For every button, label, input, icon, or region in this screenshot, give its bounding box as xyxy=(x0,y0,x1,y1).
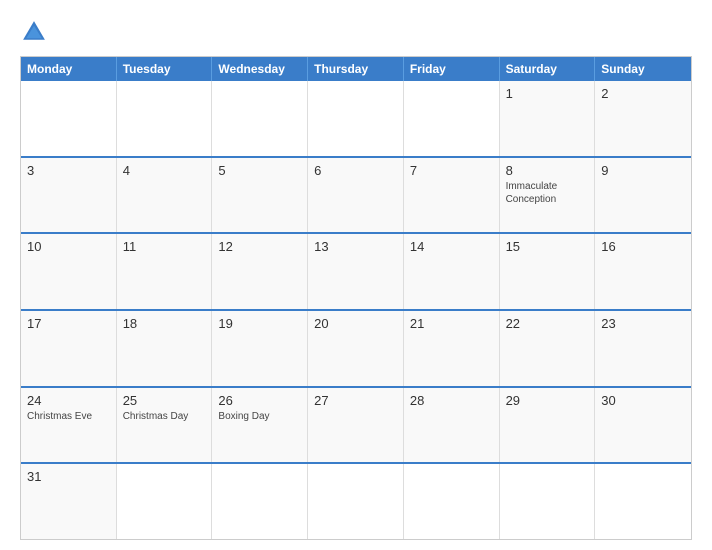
day-number: 29 xyxy=(506,393,589,408)
day-number: 12 xyxy=(218,239,301,254)
day-number: 2 xyxy=(601,86,685,101)
day-number: 22 xyxy=(506,316,589,331)
day-number: 27 xyxy=(314,393,397,408)
day-number: 14 xyxy=(410,239,493,254)
weekday-header: Tuesday xyxy=(117,57,213,81)
calendar-cell: 18 xyxy=(117,311,213,386)
calendar-body: 12345678Immaculate Conception91011121314… xyxy=(21,81,691,539)
weekday-header: Sunday xyxy=(595,57,691,81)
calendar-cell: 11 xyxy=(117,234,213,309)
calendar-cell xyxy=(404,464,500,539)
day-number: 10 xyxy=(27,239,110,254)
day-number: 21 xyxy=(410,316,493,331)
calendar-cell: 17 xyxy=(21,311,117,386)
day-number: 15 xyxy=(506,239,589,254)
day-number: 18 xyxy=(123,316,206,331)
calendar-cell: 7 xyxy=(404,158,500,233)
day-event: Boxing Day xyxy=(218,410,301,423)
day-number: 1 xyxy=(506,86,589,101)
calendar-row: 24 Christmas Eve 25 Christmas Day 26 Boxing D… xyxy=(21,386,691,463)
calendar-cell: 4 xyxy=(117,158,213,233)
calendar-cell xyxy=(500,464,596,539)
day-number: 6 xyxy=(314,163,397,178)
calendar-cell xyxy=(308,81,404,156)
calendar-cell: 12 xyxy=(212,234,308,309)
calendar-cell: 25 Christmas Day xyxy=(117,388,213,463)
calendar-cell: 19 xyxy=(212,311,308,386)
day-number: 16 xyxy=(601,239,685,254)
calendar-cell xyxy=(21,81,117,156)
logo-icon xyxy=(20,18,48,46)
calendar-row: 31 xyxy=(21,462,691,539)
day-number: 19 xyxy=(218,316,301,331)
calendar-row: 17 18 19 20 21 22 23 xyxy=(21,309,691,386)
weekday-header: Monday xyxy=(21,57,117,81)
day-number: 24 xyxy=(27,393,110,408)
day-number: 4 xyxy=(123,163,206,178)
weekday-header: Thursday xyxy=(308,57,404,81)
day-event: Christmas Day xyxy=(123,410,206,423)
weekday-header: Friday xyxy=(404,57,500,81)
day-number: 20 xyxy=(314,316,397,331)
logo xyxy=(20,18,50,46)
calendar-row: 345678 Immaculate Conception 9 xyxy=(21,156,691,233)
calendar-cell: 13 xyxy=(308,234,404,309)
day-number: 26 xyxy=(218,393,301,408)
day-number: 13 xyxy=(314,239,397,254)
calendar-cell: 6 xyxy=(308,158,404,233)
calendar-cell xyxy=(404,81,500,156)
calendar-cell xyxy=(117,464,213,539)
calendar-cell: 24 Christmas Eve xyxy=(21,388,117,463)
day-number: 23 xyxy=(601,316,685,331)
calendar-cell: 1 xyxy=(500,81,596,156)
calendar-cell xyxy=(595,464,691,539)
page-header xyxy=(20,18,692,46)
calendar-cell: 2 xyxy=(595,81,691,156)
calendar-grid: MondayTuesdayWednesdayThursdayFridaySatu… xyxy=(20,56,692,540)
calendar-cell: 31 xyxy=(21,464,117,539)
calendar-cell: 5 xyxy=(212,158,308,233)
calendar-cell: 29 xyxy=(500,388,596,463)
calendar-cell: 10 xyxy=(21,234,117,309)
calendar-row: 10 11 12 13 14 15 16 xyxy=(21,232,691,309)
day-number: 7 xyxy=(410,163,493,178)
calendar-cell: 27 xyxy=(308,388,404,463)
day-number: 25 xyxy=(123,393,206,408)
day-number: 8 xyxy=(506,163,589,178)
calendar-cell: 28 xyxy=(404,388,500,463)
day-event: Christmas Eve xyxy=(27,410,110,423)
day-number: 3 xyxy=(27,163,110,178)
calendar-cell xyxy=(212,81,308,156)
day-event: Immaculate Conception xyxy=(506,180,589,206)
calendar-cell: 21 xyxy=(404,311,500,386)
calendar-cell: 26 Boxing Day xyxy=(212,388,308,463)
calendar-row: 12 xyxy=(21,81,691,156)
calendar-page: MondayTuesdayWednesdayThursdayFridaySatu… xyxy=(0,0,712,550)
calendar-cell: 14 xyxy=(404,234,500,309)
calendar-cell: 16 xyxy=(595,234,691,309)
day-number: 28 xyxy=(410,393,493,408)
calendar-cell: 30 xyxy=(595,388,691,463)
day-number: 5 xyxy=(218,163,301,178)
calendar-cell: 9 xyxy=(595,158,691,233)
weekday-header: Saturday xyxy=(500,57,596,81)
day-number: 30 xyxy=(601,393,685,408)
day-number: 11 xyxy=(123,239,206,254)
day-number: 31 xyxy=(27,469,110,484)
calendar-cell xyxy=(117,81,213,156)
weekday-header: Wednesday xyxy=(212,57,308,81)
calendar-cell xyxy=(212,464,308,539)
calendar-cell: 20 xyxy=(308,311,404,386)
calendar-cell: 8 Immaculate Conception xyxy=(500,158,596,233)
calendar-cell: 22 xyxy=(500,311,596,386)
calendar-cell: 23 xyxy=(595,311,691,386)
calendar-cell: 15 xyxy=(500,234,596,309)
calendar-cell: 3 xyxy=(21,158,117,233)
calendar-header: MondayTuesdayWednesdayThursdayFridaySatu… xyxy=(21,57,691,81)
day-number: 17 xyxy=(27,316,110,331)
calendar-cell xyxy=(308,464,404,539)
day-number: 9 xyxy=(601,163,685,178)
